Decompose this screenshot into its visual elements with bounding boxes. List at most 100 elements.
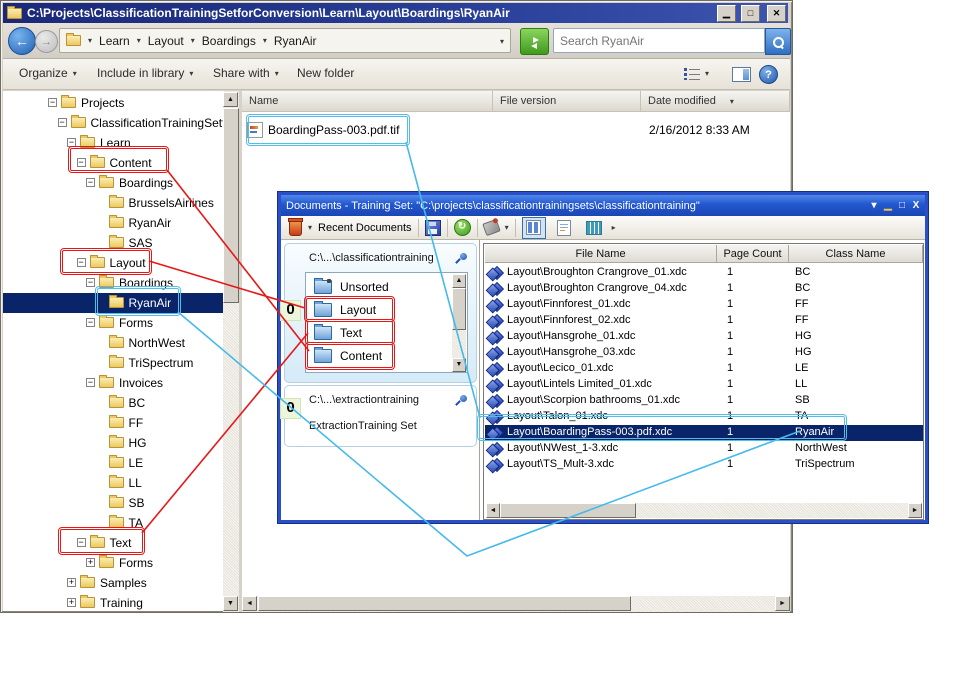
crumb-layout[interactable]: Layout (148, 34, 184, 48)
document-row-layout-hansgrohe-03-xdc[interactable]: Layout\Hansgrohe_03.xdc1HG (485, 345, 923, 361)
document-row-layout-broughton-crangrove-04-xdc[interactable]: Layout\Broughton Crangrove_04.xdc1BC (485, 281, 923, 297)
class-item-text[interactable]: Text (308, 322, 438, 344)
document-row-layout-finnforest-02-xdc[interactable]: Layout\Finnforest_02.xdc1FF (485, 313, 923, 329)
tree-item-training[interactable]: +Training (3, 593, 223, 611)
save-icon[interactable] (425, 220, 441, 236)
class-item-content[interactable]: Content (308, 345, 438, 367)
doc-column-header-page-count[interactable]: Page Count (717, 245, 789, 263)
collapse-toggle-icon[interactable]: − (86, 278, 95, 287)
delete-dropdown-icon[interactable]: ▾ (308, 223, 312, 232)
minimize-button[interactable]: ▁ (881, 199, 895, 213)
crumb-learn[interactable]: Learn (99, 34, 130, 48)
search-input[interactable] (554, 29, 776, 52)
maximize-button[interactable]: □ (895, 199, 909, 213)
toolbar-include-in-library[interactable]: Include in library▾ (97, 66, 193, 80)
recent-documents-button[interactable]: Recent Documents (318, 222, 412, 234)
pin-icon[interactable] (456, 252, 468, 264)
doc-column-header-class-name[interactable]: Class Name (789, 245, 923, 263)
tree-item-classificationtrainingsetforc[interactable]: −ClassificationTrainingSetforC (3, 113, 223, 133)
tree-item-content[interactable]: −Content (3, 153, 223, 173)
minimize-button[interactable]: ▁ (717, 5, 736, 22)
tree-item-le[interactable]: LE (3, 453, 223, 473)
tree-item-northwest[interactable]: NorthWest (3, 333, 223, 353)
class-scroll-thumb[interactable] (452, 288, 466, 330)
view-columns-button[interactable] (522, 217, 546, 239)
tree-item-learn[interactable]: −Learn (3, 133, 223, 153)
tree-item-ll[interactable]: LL (3, 473, 223, 493)
change-view-button[interactable]: ▾ (684, 67, 709, 80)
close-button[interactable]: ✕ (767, 5, 786, 22)
window-menu-icon[interactable]: ▾ (867, 199, 881, 213)
tree-item-ta[interactable]: TA (3, 513, 223, 533)
tree-item-bc[interactable]: BC (3, 393, 223, 413)
file-row[interactable]: BoardingPass-003.pdf.tif (247, 120, 399, 140)
collapse-toggle-icon[interactable]: − (77, 258, 86, 267)
document-row-layout-nwest-1-3-xdc[interactable]: Layout\NWest_1-3.xdc1NorthWest (485, 441, 923, 457)
search-button[interactable] (765, 28, 791, 55)
tree-item-trispectrum[interactable]: TriSpectrum (3, 353, 223, 373)
document-row-layout-boardingpass-003-pdf-xdc[interactable]: Layout\BoardingPass-003.pdf.xdc1RyanAir (485, 425, 923, 441)
collapse-toggle-icon[interactable]: − (58, 118, 67, 127)
tree-item-ryanair[interactable]: RyanAir (3, 213, 223, 233)
view-grid-button[interactable] (582, 217, 606, 239)
file-scroll-thumb[interactable] (258, 596, 631, 611)
back-button[interactable]: ← (8, 27, 36, 55)
maximize-button[interactable]: □ (741, 5, 760, 22)
crumb-boardings[interactable]: Boardings (202, 34, 256, 48)
document-row-layout-broughton-crangrove-01-xdc[interactable]: Layout\Broughton Crangrove_01.xdc1BC (485, 265, 923, 281)
tree-item-boardings[interactable]: −Boardings (3, 173, 223, 193)
class-item-layout[interactable]: Layout (308, 299, 438, 321)
expand-toggle-icon[interactable]: + (67, 598, 76, 607)
doc-column-header-file-name[interactable]: File Name (485, 245, 717, 263)
forward-button[interactable]: → (35, 30, 58, 53)
class-item-unsorted[interactable]: Unsorted (308, 276, 438, 298)
refresh-icon[interactable]: ↻ (454, 219, 471, 236)
toolbar-new-folder[interactable]: New folder (297, 66, 354, 80)
collapse-toggle-icon[interactable]: − (77, 158, 86, 167)
document-row-layout-scorpion-bathrooms-01-xdc[interactable]: Layout\Scorpion bathrooms_01.xdc1SB (485, 393, 923, 409)
breadcrumb-separator-icon[interactable]: ▾ (191, 36, 195, 45)
collapse-toggle-icon[interactable]: − (86, 178, 95, 187)
column-header-file-version[interactable]: File version (493, 91, 641, 112)
class-scroll-up-icon[interactable]: ▲ (452, 274, 466, 288)
document-row-layout-hansgrohe-01-xdc[interactable]: Layout\Hansgrohe_01.xdc1HG (485, 329, 923, 345)
tree-item-sas[interactable]: SAS (3, 233, 223, 253)
tree-item-invoices[interactable]: −Invoices (3, 373, 223, 393)
toolbar-overflow-icon[interactable]: ▸ (612, 223, 616, 232)
collapse-toggle-icon[interactable]: − (48, 98, 57, 107)
crumb-ryanair[interactable]: RyanAir (274, 34, 317, 48)
tree-item-ryanair[interactable]: RyanAir (3, 293, 223, 313)
tree-scroll-up-icon[interactable]: ▲ (223, 92, 238, 107)
table-scroll-right-icon[interactable]: ► (908, 503, 922, 518)
collapse-toggle-icon[interactable]: − (86, 378, 95, 387)
preview-pane-button[interactable] (732, 67, 751, 82)
collapse-toggle-icon[interactable]: − (86, 318, 95, 327)
breadcrumb-separator-icon[interactable]: ▾ (137, 36, 141, 45)
table-scroll-left-icon[interactable]: ◄ (486, 503, 500, 518)
help-button[interactable]: ? (759, 65, 778, 84)
column-header-name[interactable]: Name (242, 91, 493, 112)
tree-item-layout[interactable]: −Layout (3, 253, 223, 273)
expand-toggle-icon[interactable]: + (86, 558, 95, 567)
address-dropdown-icon[interactable]: ▾ (500, 37, 504, 46)
classify-tool-icon[interactable] (482, 219, 501, 236)
tree-item-ff[interactable]: FF (3, 413, 223, 433)
document-row-layout-ts-mult-3-xdc[interactable]: Layout\TS_Mult-3.xdc1TriSpectrum (485, 457, 923, 473)
tree-item-sb[interactable]: SB (3, 493, 223, 513)
collapse-toggle-icon[interactable]: − (77, 538, 86, 547)
tree-item-brusselsairlines[interactable]: BrusselsAirlines (3, 193, 223, 213)
close-button[interactable]: X (909, 199, 923, 213)
view-document-button[interactable] (552, 217, 576, 239)
document-row-layout-lintels-limited-01-xdc[interactable]: Layout\Lintels Limited_01.xdc1LL (485, 377, 923, 393)
tree-scroll-down-icon[interactable]: ▼ (223, 596, 238, 611)
file-scroll-right-icon[interactable]: ► (775, 596, 790, 611)
toolbar-share-with[interactable]: Share with▾ (213, 66, 279, 80)
tree-item-boardings[interactable]: −Boardings (3, 273, 223, 293)
tool-dropdown-icon[interactable]: ▾ (505, 223, 509, 232)
tree-item-forms[interactable]: −Forms (3, 313, 223, 333)
address-bar[interactable]: ▾Learn▾Layout▾Boardings▾RyanAir ▾ (59, 28, 511, 53)
expand-toggle-icon[interactable]: + (67, 578, 76, 587)
document-row-layout-talon-01-xdc[interactable]: Layout\Talon_01.xdc1TA (485, 409, 923, 425)
breadcrumb-separator-icon[interactable]: ▾ (88, 36, 92, 45)
tree-scroll-thumb[interactable] (223, 108, 239, 303)
